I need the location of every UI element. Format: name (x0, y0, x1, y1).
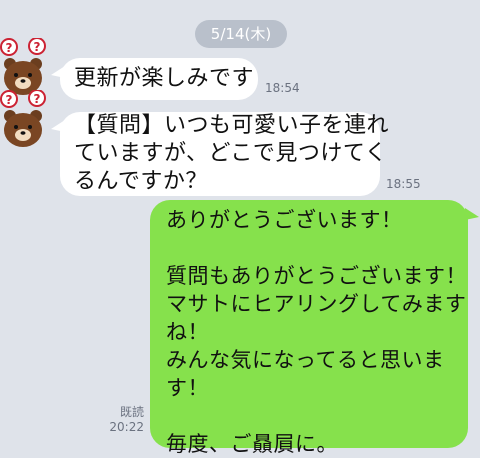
read-label: 既読 (119, 405, 144, 419)
message-time: 18:55 (386, 177, 421, 191)
read-receipt: 既読 20:22 (100, 405, 144, 435)
incoming-message-bubble[interactable]: 【質問】いつも可愛い子を連れ ていますが、どこで見つけてく るんですか？ (51, 112, 389, 196)
brown-bear-avatar-icon[interactable]: ? ? (0, 89, 46, 152)
svg-text:?: ? (6, 41, 13, 55)
outgoing-message-bubble[interactable]: ありがとうございます！ 質問もありがとうございます！ マサトにヒアリングしてみま… (150, 200, 479, 456)
svg-text:?: ? (34, 92, 41, 106)
date-separator: 5/14(木) (195, 20, 287, 48)
svg-text:?: ? (6, 93, 13, 107)
message-time: 20:22 (109, 420, 144, 434)
message-time: 18:54 (265, 81, 300, 95)
incoming-message-bubble[interactable]: 更新が楽しみです (51, 58, 258, 100)
svg-text:?: ? (34, 40, 41, 54)
